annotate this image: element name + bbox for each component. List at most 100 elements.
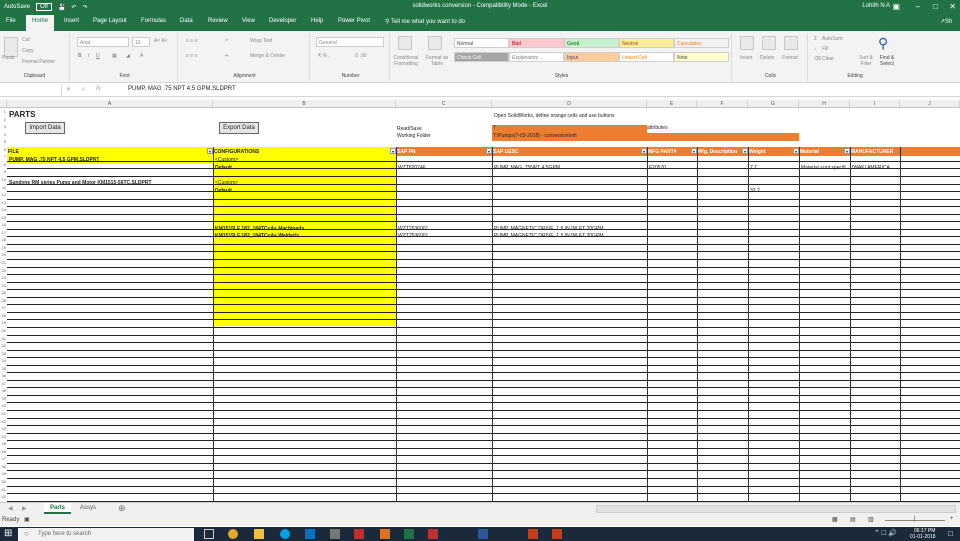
- outlook-icon[interactable]: [305, 529, 315, 539]
- share-button[interactable]: ↗Sh: [940, 18, 952, 25]
- fx-icon[interactable]: fx: [96, 86, 101, 93]
- row-number[interactable]: 9: [0, 169, 6, 174]
- row-number[interactable]: 20: [0, 252, 6, 257]
- cell-file[interactable]: PUMP, MAG .75 NPT 4.5 GPM.SLDPRT: [9, 157, 99, 163]
- horizontal-scrollbar[interactable]: [596, 505, 956, 513]
- row-number[interactable]: 30: [0, 328, 6, 333]
- row-number[interactable]: 52: [0, 494, 6, 499]
- tab-home[interactable]: Home: [26, 15, 55, 31]
- cell-config[interactable]: <Custom>: [215, 157, 238, 163]
- orientation-icon[interactable]: ↗: [224, 38, 228, 44]
- row-number[interactable]: 23: [0, 275, 6, 280]
- indent-icon[interactable]: ⇥: [224, 53, 228, 59]
- fill-button[interactable]: Fill: [822, 46, 828, 52]
- style-input[interactable]: Input: [564, 52, 619, 62]
- tab-power-pivot[interactable]: Power Pivot: [338, 18, 370, 24]
- column-header-a[interactable]: A: [7, 100, 213, 108]
- tab-data[interactable]: Data: [180, 18, 193, 24]
- row-number[interactable]: 4: [0, 132, 6, 137]
- row-number[interactable]: 40: [0, 403, 6, 408]
- row-number[interactable]: 2: [0, 117, 6, 122]
- import-data-button[interactable]: Import Data: [25, 122, 65, 134]
- name-box[interactable]: [0, 85, 62, 96]
- row-number[interactable]: 25: [0, 290, 6, 295]
- enter-icon[interactable]: ✓: [81, 86, 86, 93]
- insert-cells-button[interactable]: Insert: [740, 55, 753, 61]
- row-number[interactable]: 36: [0, 373, 6, 378]
- cell-config[interactable]: <Custom>: [215, 180, 238, 186]
- fill-color-icon[interactable]: ◢: [126, 53, 130, 59]
- app-icon[interactable]: [428, 529, 438, 539]
- column-header-g[interactable]: G: [748, 100, 799, 108]
- delete-cells-icon[interactable]: [762, 36, 776, 50]
- attributes-value[interactable]: [647, 133, 799, 141]
- app-icon[interactable]: [330, 529, 340, 539]
- row-number[interactable]: 12: [0, 192, 6, 197]
- style-explanatory[interactable]: Explanatory ...: [509, 52, 564, 62]
- read-save-value[interactable]: 7: [492, 125, 647, 133]
- row-number[interactable]: 50: [0, 479, 6, 484]
- borders-icon[interactable]: ▦: [112, 53, 117, 59]
- font-name-select[interactable]: Arial: [77, 37, 129, 47]
- row-number[interactable]: 22: [0, 268, 6, 273]
- cell-file[interactable]: Sundyne RM series Pump and Motor KM1515-…: [9, 180, 152, 186]
- column-header-f[interactable]: F: [697, 100, 748, 108]
- chrome-icon[interactable]: [228, 529, 238, 539]
- app-icon[interactable]: [552, 529, 562, 539]
- normal-view-icon[interactable]: ▦: [832, 516, 838, 523]
- align-left-icon[interactable]: ≡ ≡ ≡: [186, 53, 198, 59]
- row-number[interactable]: 21: [0, 260, 6, 265]
- row-number[interactable]: 3: [0, 124, 6, 129]
- windows-start-icon[interactable]: ⊞: [4, 528, 12, 539]
- row-number[interactable]: 49: [0, 471, 6, 476]
- page-layout-view-icon[interactable]: ▤: [850, 516, 856, 523]
- autosum-button[interactable]: AutoSum: [822, 36, 843, 42]
- column-header-b[interactable]: B: [213, 100, 396, 108]
- row-number[interactable]: 17: [0, 230, 6, 235]
- row-number[interactable]: 13: [0, 200, 6, 205]
- tell-me-search[interactable]: ⚲ Tell me what you want to do: [385, 18, 465, 25]
- tab-review[interactable]: Review: [208, 18, 228, 24]
- header-extra[interactable]: [900, 147, 960, 156]
- select-all-corner[interactable]: [0, 100, 7, 108]
- row-number[interactable]: 5: [0, 139, 6, 144]
- clock-date[interactable]: 01-01-2018: [910, 534, 936, 540]
- row-number[interactable]: 33: [0, 351, 6, 356]
- column-header-i[interactable]: I: [850, 100, 900, 108]
- style-note[interactable]: Note: [674, 52, 729, 62]
- tab-insert[interactable]: Insert: [64, 18, 79, 24]
- header-sap-pn[interactable]: SAP PN ▾: [396, 147, 492, 156]
- row-number[interactable]: 19: [0, 245, 6, 250]
- working-folder-value[interactable]: T:\Pumps(7-03-2018) - conversion\mfi: [492, 133, 647, 141]
- format-cells-button[interactable]: Format: [782, 55, 798, 61]
- style-normal[interactable]: Normal: [454, 38, 509, 48]
- row-number[interactable]: 15: [0, 215, 6, 220]
- style-calculation[interactable]: Calculation: [674, 38, 729, 48]
- header-sap-desc[interactable]: SAP DESC ▾: [492, 147, 647, 156]
- number-format-select[interactable]: General: [316, 37, 384, 47]
- paste-label[interactable]: Paste: [2, 55, 15, 61]
- row-number[interactable]: 32: [0, 343, 6, 348]
- cut-button[interactable]: Cut: [22, 37, 30, 43]
- tab-developer[interactable]: Developer: [269, 18, 296, 24]
- font-size-select[interactable]: 10: [132, 37, 150, 47]
- row-number[interactable]: 8: [0, 162, 6, 167]
- cancel-icon[interactable]: ✕: [66, 86, 71, 93]
- style-bad[interactable]: Bad: [509, 38, 564, 48]
- style-linked-cell[interactable]: Linked Cell: [619, 52, 674, 62]
- column-header-j[interactable]: J: [900, 100, 960, 108]
- row-number[interactable]: 51: [0, 487, 6, 492]
- row-number[interactable]: 16: [0, 222, 6, 227]
- row-number[interactable]: 42: [0, 419, 6, 424]
- row-number[interactable]: 1: [0, 109, 6, 114]
- add-sheet-icon[interactable]: ⊕: [118, 503, 126, 514]
- taskbar-search[interactable]: ○ Type here to search: [18, 528, 194, 541]
- fill-icon[interactable]: ↓: [814, 46, 817, 52]
- conditional-formatting-button[interactable]: Conditional Formatting: [392, 55, 420, 67]
- sheet-tab-parts[interactable]: Parts: [44, 503, 72, 514]
- row-number[interactable]: 18: [0, 237, 6, 242]
- header-manufacturer[interactable]: MANUFACTURER: [850, 147, 900, 156]
- row-number[interactable]: 46: [0, 449, 6, 454]
- row-number[interactable]: 41: [0, 411, 6, 416]
- row-number[interactable]: 48: [0, 464, 6, 469]
